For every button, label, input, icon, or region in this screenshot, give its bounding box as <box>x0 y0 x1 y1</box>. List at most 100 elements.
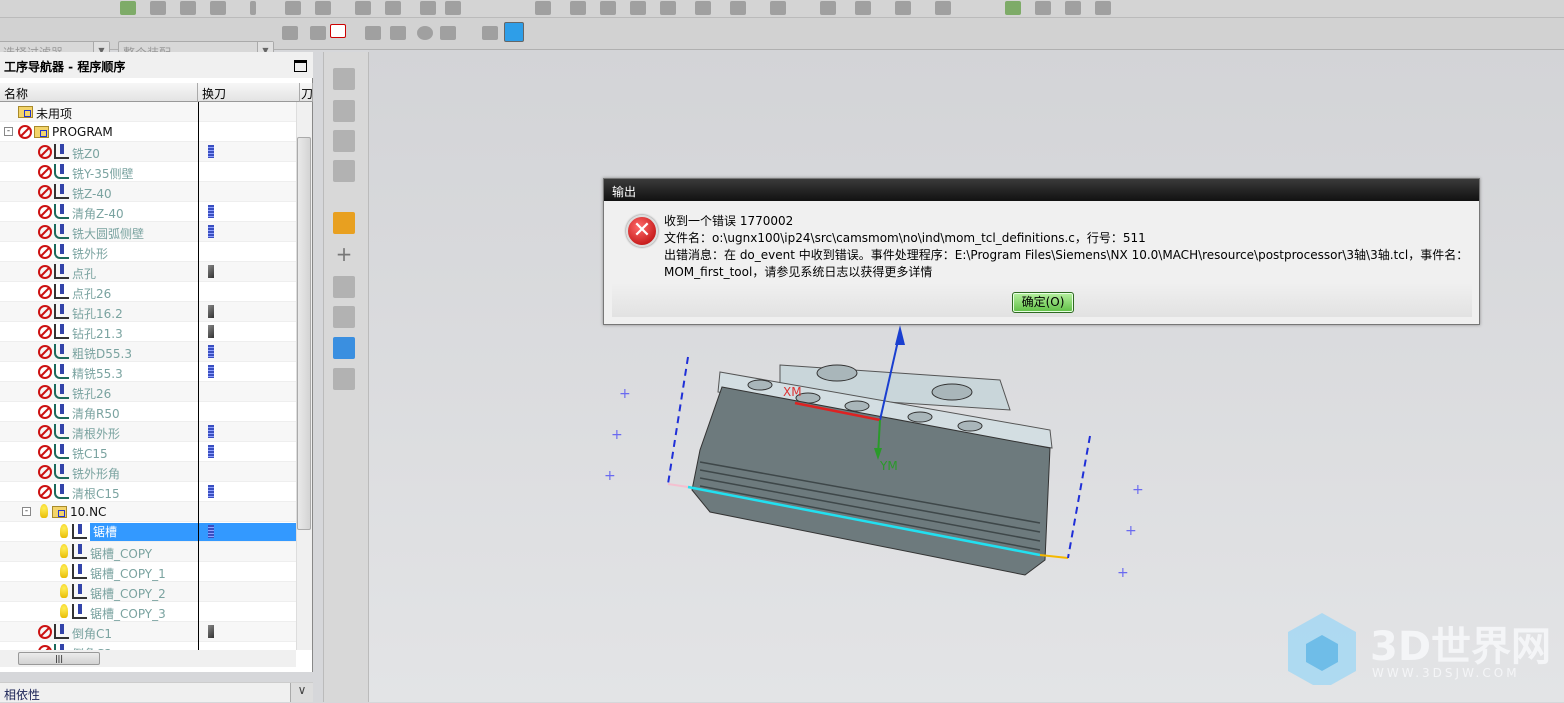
tree-row[interactable]: 铣Y-35侧壁 <box>0 162 296 182</box>
blocked-status-icon <box>38 405 52 419</box>
toolbar-button[interactable] <box>150 1 166 15</box>
method-view-icon[interactable] <box>333 160 355 182</box>
cube-view-icon[interactable] <box>504 22 524 42</box>
chevron-down-icon[interactable]: ∨ <box>290 683 313 702</box>
toolbar-button[interactable] <box>420 1 436 15</box>
toolbar-button[interactable] <box>285 1 301 15</box>
toolbar-button[interactable] <box>482 26 498 40</box>
tree-row[interactable]: 锯槽_COPY_3 <box>0 602 296 622</box>
tree-row[interactable]: 铣C15 <box>0 442 296 462</box>
vertical-scroll-thumb[interactable] <box>297 137 311 530</box>
tree-row[interactable]: 铣孔26 <box>0 382 296 402</box>
tree-row[interactable]: 倒角C2 <box>0 642 296 650</box>
tree-row[interactable]: 未用项 <box>0 102 296 122</box>
drill-tool-icon <box>208 625 214 638</box>
toolbar-button[interactable] <box>855 1 871 15</box>
planar-operation-icon <box>72 524 87 539</box>
axis-x-label: XM <box>783 385 802 399</box>
dependencies-panel-header[interactable]: 相依性 <box>0 682 313 702</box>
operation-name: 铣孔26 <box>72 387 112 401</box>
toolbar-button[interactable] <box>895 1 911 15</box>
toolbar-button[interactable] <box>315 1 331 15</box>
tree-row[interactable]: 锯槽_COPY_2 <box>0 582 296 602</box>
toolbar-button[interactable] <box>355 1 371 15</box>
generate-path-icon[interactable] <box>333 212 355 234</box>
tree-row[interactable]: 钻孔21.3 <box>0 322 296 342</box>
toolbar-button[interactable] <box>210 1 226 15</box>
tree-row[interactable]: 清角R50 <box>0 402 296 422</box>
collapse-icon[interactable]: - <box>4 127 13 136</box>
tree-row[interactable]: 铣Z0 <box>0 142 296 162</box>
toolbar-button[interactable] <box>660 1 676 15</box>
tree-row[interactable]: 清角Z-40 <box>0 202 296 222</box>
program-view-icon[interactable] <box>333 68 355 90</box>
toolbar-button[interactable] <box>935 1 951 15</box>
tree-row[interactable]: 锯槽 <box>0 522 296 542</box>
toolbar-button[interactable] <box>1065 1 1081 15</box>
toolbar-button[interactable] <box>695 1 711 15</box>
tree-row[interactable]: 铣外形 <box>0 242 296 262</box>
toolbar-button[interactable] <box>1095 1 1111 15</box>
toolbar-button[interactable] <box>1035 1 1051 15</box>
tree-row[interactable]: 铣外形角 <box>0 462 296 482</box>
operation-name: 10.NC <box>70 505 107 519</box>
toolbar-button[interactable] <box>770 1 786 15</box>
toolbar-button[interactable] <box>630 1 646 15</box>
column-header-tool-change[interactable]: 换刀 <box>198 83 300 102</box>
tree-row[interactable]: - 10.NC <box>0 502 296 522</box>
ok-button[interactable]: 确定(O) <box>1012 292 1074 313</box>
column-header-tool[interactable]: 刀 <box>300 83 313 102</box>
axis-y-label: YM <box>879 459 898 473</box>
toolbar-button[interactable] <box>730 1 746 15</box>
toolbar-button[interactable] <box>282 26 298 40</box>
snap-point-icon[interactable] <box>330 24 346 38</box>
drill-tool-icon <box>208 305 214 318</box>
toolbar-button[interactable] <box>180 1 196 15</box>
toolbar-button[interactable] <box>820 1 836 15</box>
rectangle-select-icon[interactable] <box>440 26 456 40</box>
hexagon-icon[interactable] <box>417 26 433 40</box>
operation-name: 钻孔16.2 <box>72 307 123 321</box>
geometry-view-icon[interactable] <box>333 130 355 152</box>
toolbar-button[interactable] <box>333 368 355 390</box>
maximize-icon[interactable] <box>294 60 307 72</box>
check-icon[interactable] <box>1005 1 1021 15</box>
tree-row[interactable]: 清根外形 <box>0 422 296 442</box>
plus-icon[interactable]: + <box>333 244 355 266</box>
tool-view-icon[interactable] <box>333 100 355 122</box>
toolbar-button[interactable] <box>570 1 586 15</box>
toolbar-button[interactable] <box>365 26 381 40</box>
tree-row[interactable]: 钻孔16.2 <box>0 302 296 322</box>
tree-row[interactable]: 锯槽_COPY <box>0 542 296 562</box>
verify-icon[interactable] <box>333 337 355 359</box>
tree-row[interactable]: - PROGRAM <box>0 122 296 142</box>
toolbar-button[interactable] <box>333 306 355 328</box>
toolbar-button[interactable] <box>333 276 355 298</box>
tree-row[interactable]: 点孔 <box>0 262 296 282</box>
toolbar-button[interactable] <box>445 1 461 15</box>
wrench-icon[interactable] <box>385 1 401 15</box>
tree-row[interactable]: 倒角C1 <box>0 622 296 642</box>
tree-row[interactable]: 精铣55.3 <box>0 362 296 382</box>
tree-row[interactable]: 锯槽_COPY_1 <box>0 562 296 582</box>
toolbar-button[interactable] <box>600 1 616 15</box>
check-icon[interactable] <box>120 1 136 15</box>
tree-row[interactable]: 点孔26 <box>0 282 296 302</box>
blocked-status-icon <box>38 185 52 199</box>
tree-row[interactable]: 铣大圆弧侧壁 <box>0 222 296 242</box>
toolbar-button[interactable] <box>390 26 406 40</box>
program-folder-icon <box>18 106 33 118</box>
toolbar-button[interactable] <box>310 26 326 40</box>
tree-row[interactable]: 清根C15 <box>0 482 296 502</box>
tree-row[interactable]: 铣Z-40 <box>0 182 296 202</box>
warning-bulb-icon <box>60 544 68 558</box>
tree-row[interactable]: 粗铣D55.3 <box>0 342 296 362</box>
toolbar-button[interactable] <box>250 1 256 15</box>
blocked-status-icon <box>38 165 52 179</box>
collapse-icon[interactable]: - <box>22 507 31 516</box>
operation-name: 锯槽_COPY_2 <box>90 587 166 601</box>
svg-text:+: + <box>1117 565 1129 581</box>
toolbar-button[interactable] <box>535 1 551 15</box>
horizontal-scroll-thumb[interactable]: ||| <box>18 652 100 665</box>
column-header-name[interactable]: 名称 <box>0 83 198 102</box>
